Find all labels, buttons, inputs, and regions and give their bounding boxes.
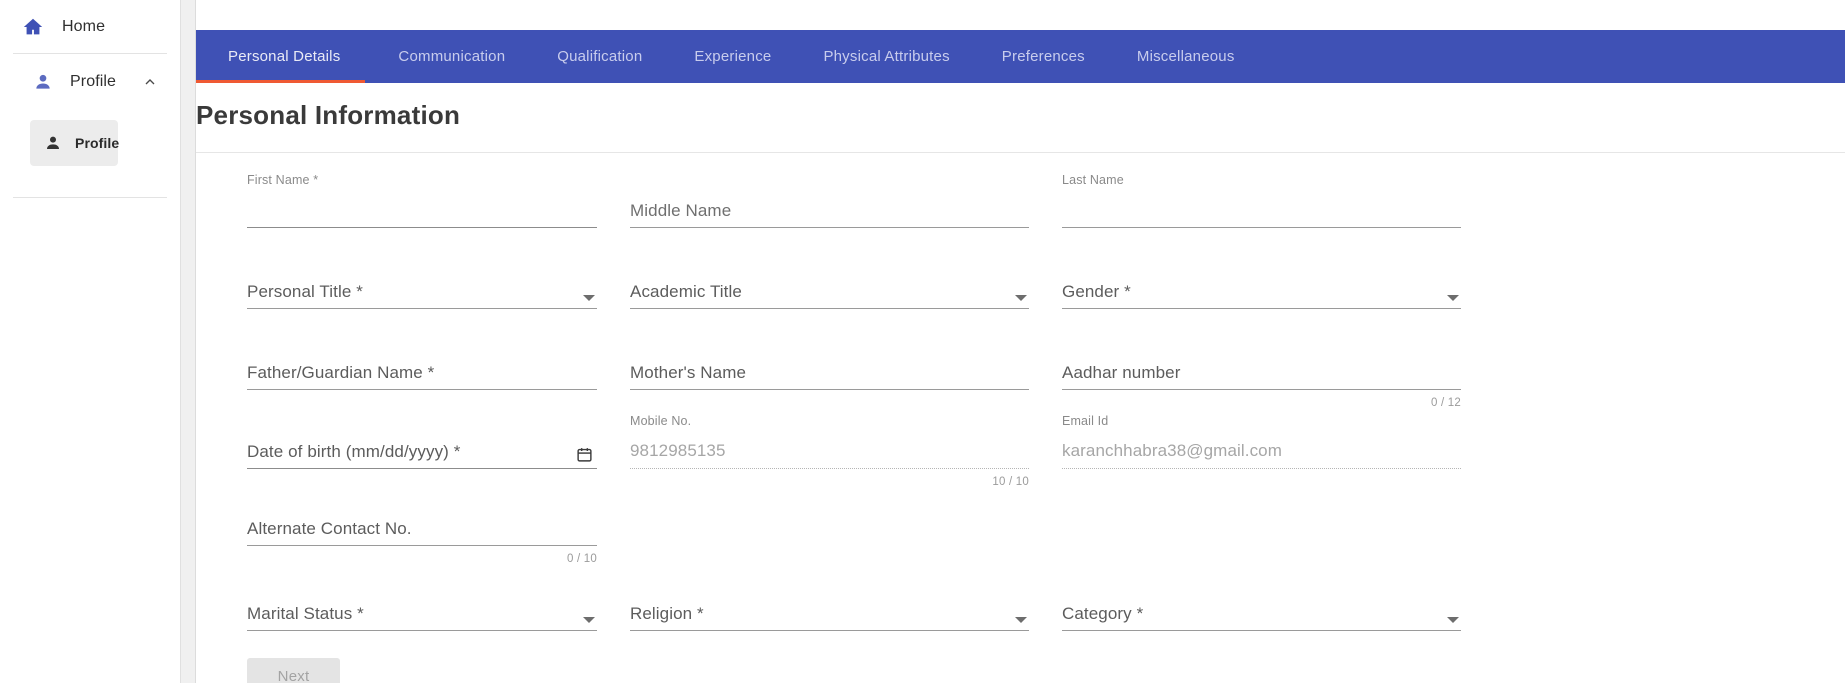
field-father-guardian-name[interactable]: Father/Guardian Name *: [196, 335, 628, 395]
tab-personal-details[interactable]: Personal Details: [196, 30, 372, 83]
sidebar: Home Profile Profile: [0, 0, 181, 683]
email-id-value: karanchhabra38@gmail.com: [1062, 441, 1282, 460]
personal-information-form: First Name * Middle Name Last Name Perso…: [196, 153, 1845, 683]
category-placeholder: Category *: [1062, 604, 1144, 623]
tab-miscellaneous[interactable]: Miscellaneous: [1111, 30, 1261, 83]
field-date-of-birth[interactable]: Date of birth (mm/dd/yyyy) *: [196, 414, 628, 474]
last-name-underline: [1062, 227, 1461, 228]
sidebar-item-profile-label: Profile: [75, 135, 120, 151]
chevron-up-icon[interactable]: [142, 74, 158, 90]
form-row-titles: Personal Title * Academic Title Gender *: [196, 254, 1845, 314]
academic-title-chevron-down-icon[interactable]: [1015, 295, 1027, 301]
calendar-icon[interactable]: [576, 446, 593, 463]
aadhar-number-placeholder: Aadhar number: [1062, 363, 1181, 382]
sidebar-bottom-divider: [13, 197, 167, 198]
gender-chevron-down-icon[interactable]: [1447, 295, 1459, 301]
sidebar-item-profile[interactable]: Profile: [30, 120, 120, 166]
marital-status-underline: [247, 630, 597, 631]
field-first-name[interactable]: First Name *: [196, 173, 628, 233]
person-filled-icon: [42, 132, 64, 154]
mother-name-placeholder: Mother's Name: [630, 363, 747, 382]
personal-title-chevron-down-icon[interactable]: [583, 295, 595, 301]
tab-preferences[interactable]: Preferences: [976, 30, 1111, 83]
app-root: Home Profile Profile Personal Details Co…: [0, 0, 1845, 683]
form-row-names: First Name * Middle Name Last Name: [196, 173, 1845, 233]
tab-bar: Personal Details Communication Qualifica…: [196, 30, 1845, 83]
religion-chevron-down-icon[interactable]: [1015, 617, 1027, 623]
mother-name-underline: [630, 389, 1029, 390]
form-row-contact: Date of birth (mm/dd/yyyy) * Mobile No. …: [196, 414, 1845, 488]
field-email-id: Email Id karanchhabra38@gmail.com: [1060, 414, 1492, 474]
field-last-name[interactable]: Last Name: [1060, 173, 1492, 233]
sidebar-item-home-label: Home: [62, 17, 106, 35]
page-title: Personal Information: [196, 100, 461, 130]
tab-communication[interactable]: Communication: [372, 30, 531, 83]
gender-underline: [1062, 308, 1461, 309]
aadhar-number-underline: [1062, 389, 1461, 390]
middle-name-underline: [630, 227, 1029, 228]
middle-name-placeholder: Middle Name: [630, 201, 732, 220]
field-aadhar-number[interactable]: Aadhar number 0 / 12: [1060, 335, 1492, 409]
next-button[interactable]: Next: [247, 658, 340, 683]
marital-status-chevron-down-icon[interactable]: [583, 617, 595, 623]
mobile-no-counter: 10 / 10: [992, 476, 1029, 488]
alternate-contact-no-underline: [247, 545, 597, 546]
home-icon: [22, 16, 44, 38]
field-mother-name[interactable]: Mother's Name: [628, 335, 1060, 395]
last-name-label: Last Name: [1062, 173, 1124, 187]
alternate-contact-no-counter: 0 / 10: [567, 553, 597, 565]
field-alternate-contact-no[interactable]: Alternate Contact No. 0 / 10: [196, 491, 628, 565]
personal-title-underline: [247, 308, 597, 309]
form-row-parents: Father/Guardian Name * Mother's Name Aad…: [196, 335, 1845, 409]
content-gutter: [181, 0, 196, 683]
academic-title-placeholder: Academic Title: [630, 282, 742, 301]
field-middle-name[interactable]: Middle Name: [628, 173, 1060, 233]
field-gender[interactable]: Gender *: [1060, 254, 1492, 314]
father-guardian-name-placeholder: Father/Guardian Name *: [247, 363, 435, 382]
marital-status-placeholder: Marital Status *: [247, 604, 364, 623]
first-name-underline: [247, 226, 597, 228]
mobile-no-label: Mobile No.: [630, 414, 692, 428]
academic-title-underline: [630, 308, 1029, 309]
aadhar-number-counter: 0 / 12: [1431, 397, 1461, 409]
father-guardian-name-underline: [247, 389, 597, 390]
tab-physical-attributes[interactable]: Physical Attributes: [797, 30, 975, 83]
mobile-no-underline: [630, 468, 1029, 469]
sidebar-group-profile-label: Profile: [70, 73, 117, 90]
gender-placeholder: Gender *: [1062, 282, 1131, 301]
date-of-birth-underline: [247, 467, 597, 469]
field-marital-status[interactable]: Marital Status *: [196, 576, 628, 636]
category-chevron-down-icon[interactable]: [1447, 617, 1459, 623]
form-row-alternate-contact: Alternate Contact No. 0 / 10: [196, 491, 1845, 565]
email-id-label: Email Id: [1062, 414, 1109, 428]
field-academic-title[interactable]: Academic Title: [628, 254, 1060, 314]
active-tab-indicator: [196, 80, 365, 83]
religion-underline: [630, 630, 1029, 631]
tab-qualification[interactable]: Qualification: [531, 30, 668, 83]
date-of-birth-placeholder: Date of birth (mm/dd/yyyy) *: [247, 442, 461, 461]
religion-placeholder: Religion *: [630, 604, 704, 623]
personal-title-placeholder: Personal Title *: [247, 282, 363, 301]
email-id-underline: [1062, 468, 1461, 469]
person-icon: [32, 71, 54, 93]
field-religion[interactable]: Religion *: [628, 576, 1060, 636]
mobile-no-value: 9812985135: [630, 441, 726, 460]
sidebar-group-profile[interactable]: Profile: [0, 54, 180, 110]
sidebar-item-home[interactable]: Home: [0, 0, 180, 53]
main-content: Personal Details Communication Qualifica…: [196, 0, 1845, 683]
alternate-contact-no-placeholder: Alternate Contact No.: [247, 519, 412, 538]
tab-experience[interactable]: Experience: [668, 30, 797, 83]
form-row-demographics: Marital Status * Religion * Category *: [196, 576, 1845, 636]
first-name-label: First Name *: [247, 173, 319, 187]
field-mobile-no: Mobile No. 9812985135 10 / 10: [628, 414, 1060, 488]
category-underline: [1062, 630, 1461, 631]
field-category[interactable]: Category *: [1060, 576, 1492, 636]
field-personal-title[interactable]: Personal Title *: [196, 254, 628, 314]
